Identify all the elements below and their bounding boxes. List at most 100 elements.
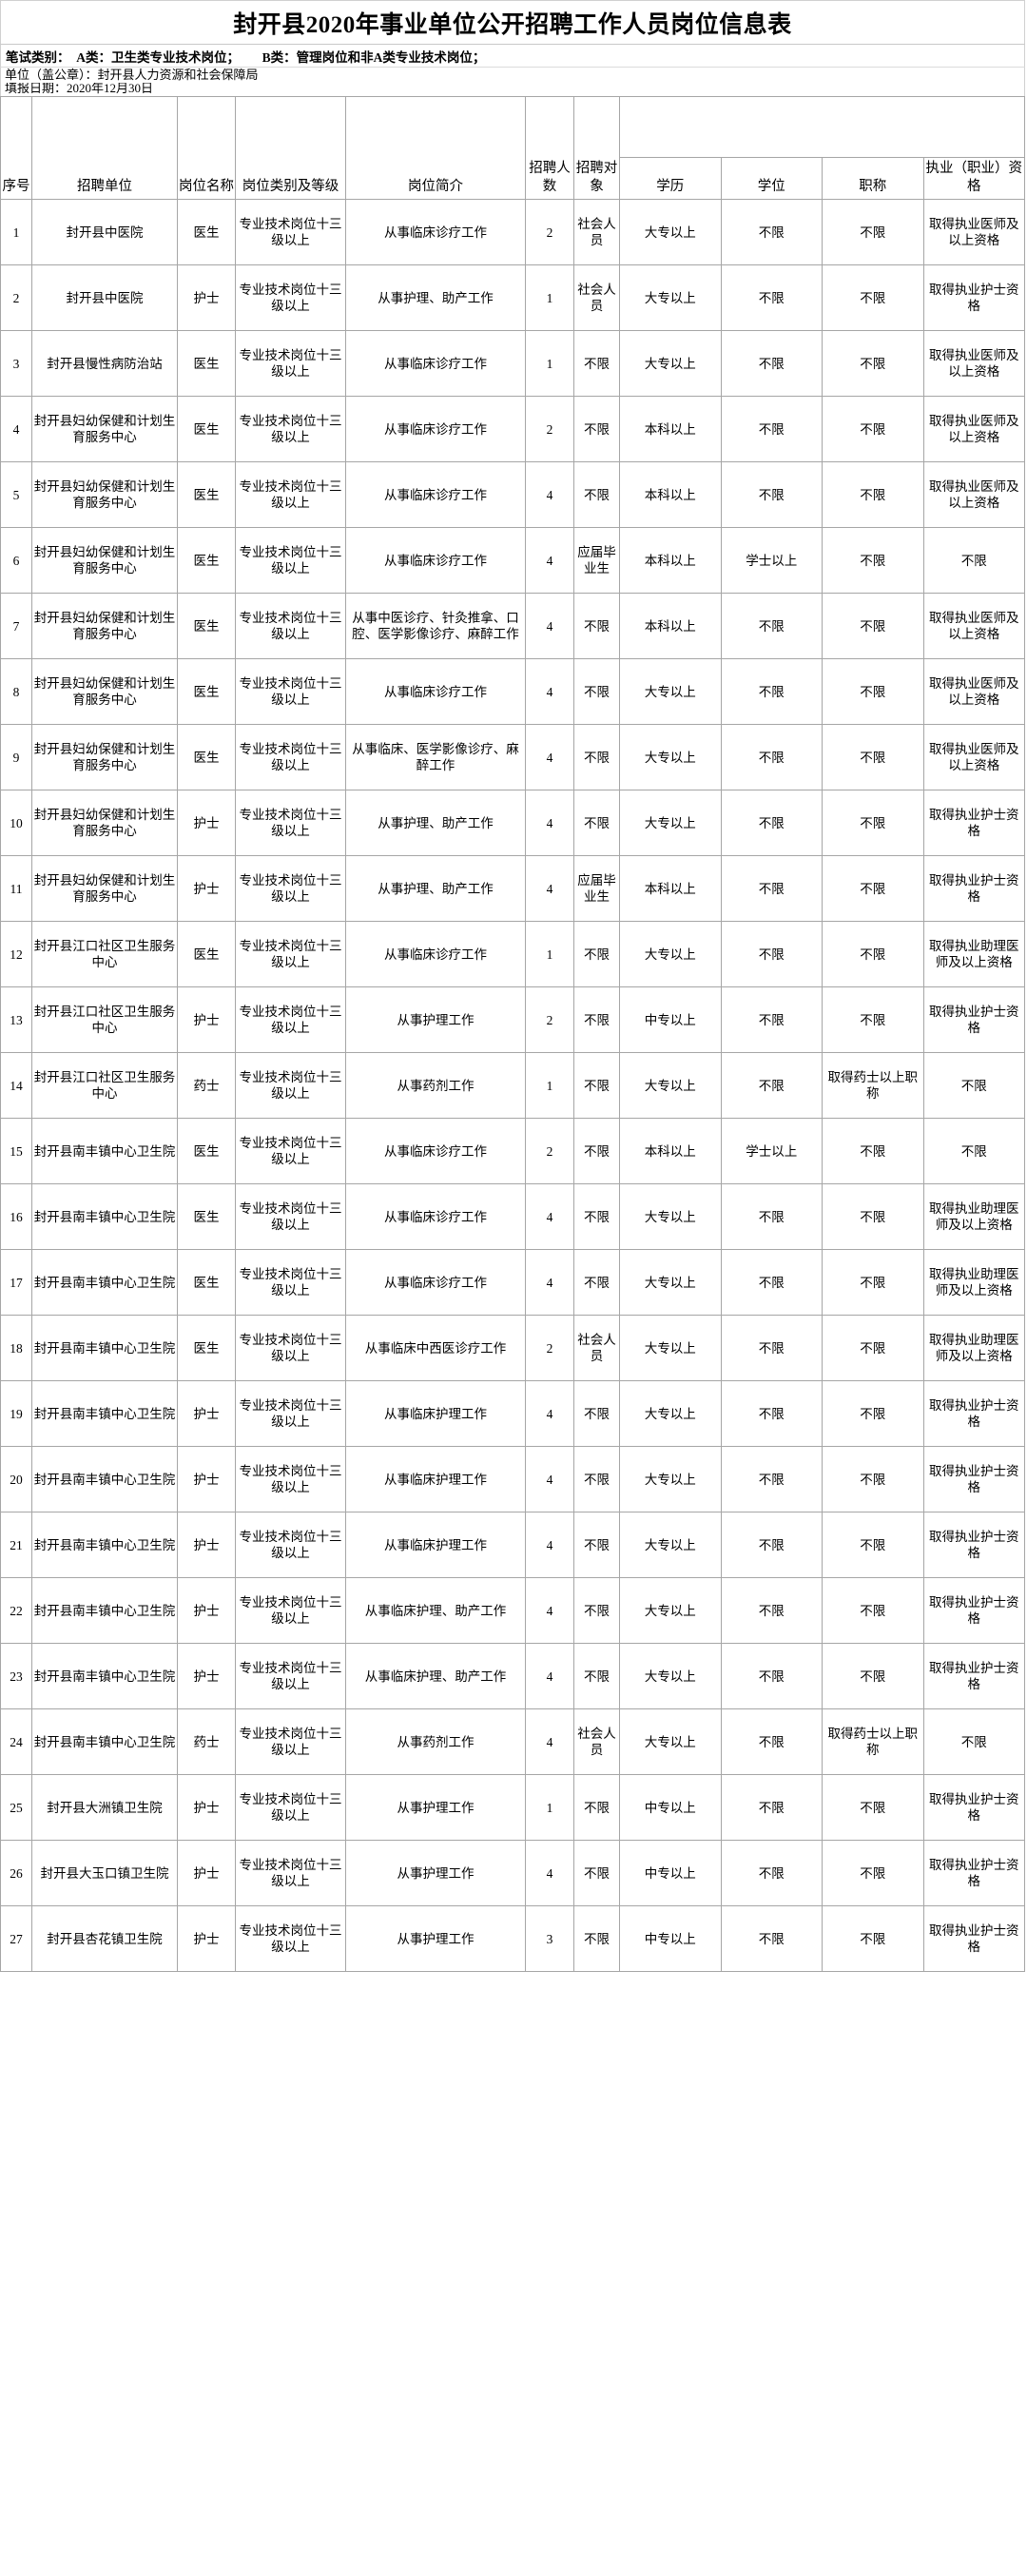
report-date-row: 填报日期：2020年12月30日: [0, 83, 1025, 96]
cell-headcount: 1: [525, 1052, 574, 1119]
cell-index: 6: [0, 527, 32, 594]
cell-post-category: 专业技术岗位十三级以上: [235, 264, 346, 331]
cell-target: 不限: [573, 396, 620, 462]
table-row: 23 封开县南丰镇中心卫生院 护士 专业技术岗位十三级以上 从事临床护理、助产工作 4 不限…: [0, 1643, 1025, 1709]
cell-post-name: 护士: [177, 1512, 236, 1578]
cell-post-desc: 从事临床诊疗工作: [345, 527, 526, 594]
cell-unit: 封开县南丰镇中心卫生院: [31, 1643, 178, 1709]
cell-headcount: 4: [525, 790, 574, 856]
cell-headcount: 4: [525, 1249, 574, 1316]
cell-index: 27: [0, 1905, 32, 1972]
table-row: 26 封开县大玉口镇卫生院 护士 专业技术岗位十三级以上 从事护理工作 4 不限 中专以上 不限…: [0, 1840, 1025, 1906]
cell-title: 不限: [822, 986, 924, 1053]
cell-post-name: 护士: [177, 264, 236, 331]
cell-headcount: 1: [525, 264, 574, 331]
cell-headcount: 2: [525, 396, 574, 462]
cell-headcount: 4: [525, 1840, 574, 1906]
col-header-headcount: 招聘人数: [525, 96, 574, 200]
cell-qualification: 取得执业助理医师及以上资格: [922, 1315, 1025, 1381]
cell-unit: 封开县南丰镇中心卫生院: [31, 1708, 178, 1775]
cell-index: 18: [0, 1315, 32, 1381]
cell-title: 不限: [822, 790, 924, 856]
cell-post-name: 护士: [177, 1380, 236, 1447]
cell-headcount: 4: [525, 1380, 574, 1447]
cell-index: 12: [0, 921, 32, 987]
cell-degree: 不限: [720, 921, 823, 987]
cell-headcount: 4: [525, 1446, 574, 1512]
cell-degree: 学士以上: [720, 527, 823, 594]
cell-title: 不限: [822, 1774, 924, 1841]
cell-title: 不限: [822, 1840, 924, 1906]
cell-headcount: 4: [525, 1183, 574, 1250]
table-row: 14 封开县江口社区卫生服务中心 药士 专业技术岗位十三级以上 从事药剂工作 1 不限 大专以…: [0, 1052, 1025, 1119]
cell-education: 大专以上: [619, 1577, 722, 1644]
cell-post-category: 专业技术岗位十三级以上: [235, 1249, 346, 1316]
table-body: 1 封开县中医院 医生 专业技术岗位十三级以上 从事临床诊疗工作 2 社会人员 大专以上 不限不…: [0, 199, 1025, 1972]
cell-headcount: 4: [525, 593, 574, 659]
cell-post-desc: 从事护理工作: [345, 1905, 526, 1972]
cell-post-desc: 从事护理工作: [345, 1774, 526, 1841]
cell-unit: 封开县南丰镇中心卫生院: [31, 1512, 178, 1578]
cell-qualification: 取得执业护士资格: [922, 1905, 1025, 1972]
cell-target: 不限: [573, 1052, 620, 1119]
table-row: 7 封开县妇幼保健和计划生育服务中心 医生 专业技术岗位十三级以上 从事中医诊疗、针灸推…: [0, 593, 1025, 659]
cell-post-desc: 从事临床诊疗工作: [345, 1249, 526, 1316]
cell-post-name: 药士: [177, 1708, 236, 1775]
cell-post-name: 医生: [177, 461, 236, 528]
cell-education: 大专以上: [619, 1643, 722, 1709]
cell-education: 大专以上: [619, 264, 722, 331]
cell-headcount: 4: [525, 1577, 574, 1644]
col-header-qualification: 执业（职业）资格: [922, 157, 1025, 200]
cell-target: 不限: [573, 1577, 620, 1644]
cell-post-category: 专业技术岗位十三级以上: [235, 1708, 346, 1775]
cell-degree: 不限: [720, 658, 823, 725]
cell-target: 不限: [573, 1774, 620, 1841]
cell-education: 本科以上: [619, 593, 722, 659]
cell-post-name: 医生: [177, 527, 236, 594]
cell-headcount: 1: [525, 1774, 574, 1841]
cell-post-name: 药士: [177, 1052, 236, 1119]
table-row: 19 封开县南丰镇中心卫生院 护士 专业技术岗位十三级以上 从事临床护理工作 4 不限 大专以…: [0, 1380, 1025, 1447]
cell-post-desc: 从事临床诊疗工作: [345, 330, 526, 397]
cell-education: 本科以上: [619, 527, 722, 594]
table-row: 8 封开县妇幼保健和计划生育服务中心 医生 专业技术岗位十三级以上 从事临床诊疗工作 4 不…: [0, 658, 1025, 725]
cell-post-category: 专业技术岗位十三级以上: [235, 855, 346, 922]
cell-index: 13: [0, 986, 32, 1053]
cell-post-desc: 从事临床诊疗工作: [345, 1183, 526, 1250]
cell-education: 本科以上: [619, 1118, 722, 1184]
cell-post-category: 专业技术岗位十三级以上: [235, 986, 346, 1053]
spreadsheet-page: 封开县2020年事业单位公开招聘工作人员岗位信息表 笔试类别： A类：卫生类专业…: [0, 0, 1027, 2576]
col-header-education: 学历: [619, 157, 722, 200]
cell-post-name: 护士: [177, 1643, 236, 1709]
cell-degree: 不限: [720, 264, 823, 331]
cell-index: 2: [0, 264, 32, 331]
cell-post-name: 医生: [177, 724, 236, 790]
cell-degree: 不限: [720, 1249, 823, 1316]
cell-degree: 不限: [720, 855, 823, 922]
cell-post-category: 专业技术岗位十三级以上: [235, 1643, 346, 1709]
cell-title: 不限: [822, 1380, 924, 1447]
cell-index: 7: [0, 593, 32, 659]
table-row: 4 封开县妇幼保健和计划生育服务中心 医生 专业技术岗位十三级以上 从事临床诊疗工作 2 不…: [0, 396, 1025, 462]
cell-target: 应届毕业生: [573, 855, 620, 922]
cell-title: 取得药士以上职称: [822, 1708, 924, 1775]
cell-education: 大专以上: [619, 1249, 722, 1316]
table-row: 6 封开县妇幼保健和计划生育服务中心 医生 专业技术岗位十三级以上 从事临床诊疗工作 4 应…: [0, 527, 1025, 594]
cell-post-desc: 从事临床护理、助产工作: [345, 1643, 526, 1709]
cell-post-desc: 从事药剂工作: [345, 1708, 526, 1775]
cell-education: 大专以上: [619, 1183, 722, 1250]
cell-unit: 封开县杏花镇卫生院: [31, 1905, 178, 1972]
cell-education: 本科以上: [619, 461, 722, 528]
cell-title: 不限: [822, 1118, 924, 1184]
cell-degree: 不限: [720, 199, 823, 265]
cell-headcount: 2: [525, 986, 574, 1053]
cell-title: 不限: [822, 461, 924, 528]
cell-target: 不限: [573, 1905, 620, 1972]
issuing-unit-row: 单位（盖公章）：封开县人力资源和社会保障局: [0, 68, 1025, 83]
cell-unit: 封开县妇幼保健和计划生育服务中心: [31, 593, 178, 659]
cell-unit: 封开县妇幼保健和计划生育服务中心: [31, 461, 178, 528]
cell-degree: 不限: [720, 1315, 823, 1381]
cell-index: 3: [0, 330, 32, 397]
cell-title: 不限: [822, 1643, 924, 1709]
cell-post-category: 专业技术岗位十三级以上: [235, 1774, 346, 1841]
